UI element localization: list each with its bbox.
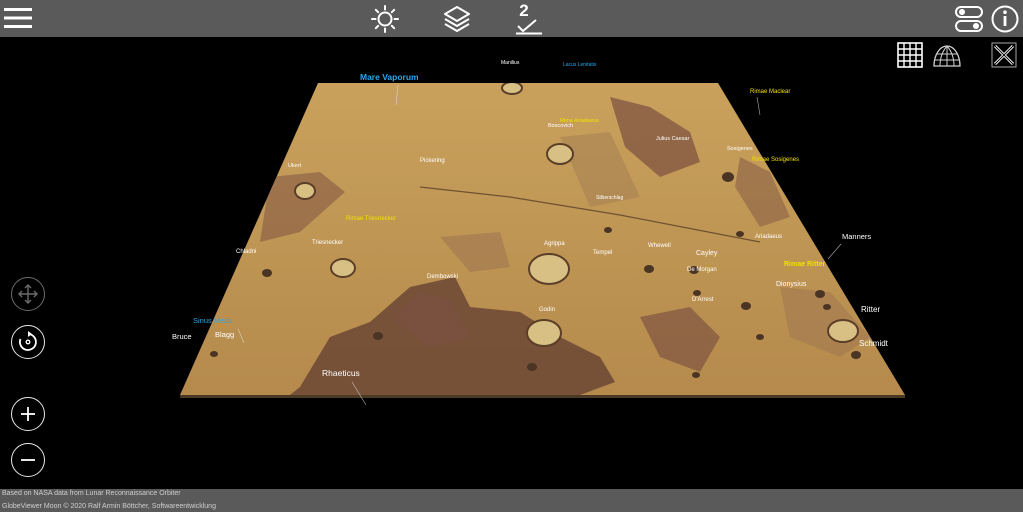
map-label[interactable]: Rimae Maclear — [750, 89, 790, 95]
plus-icon — [21, 407, 35, 421]
data-source-credit: Based on NASA data from Lunar Reconnaiss… — [2, 490, 181, 497]
pan-arrows-icon — [18, 284, 38, 304]
map-label[interactable]: Tempel — [593, 250, 612, 256]
map-label[interactable]: Mare Vaporum — [360, 73, 419, 82]
elevation-exaggeration-button[interactable]: 2 — [512, 1, 546, 36]
map-label[interactable]: Ukert — [288, 163, 301, 170]
map-label[interactable]: Bruce — [172, 333, 192, 341]
map-label[interactable]: Ariadaeus — [755, 234, 782, 240]
close-x-icon — [991, 42, 1017, 68]
pan-button[interactable] — [11, 277, 45, 311]
map-label[interactable]: Schmidt — [859, 340, 888, 348]
zoom-out-button[interactable] — [11, 443, 45, 477]
map-label[interactable]: Pickering — [420, 158, 445, 164]
map-label[interactable]: Cayley — [696, 250, 717, 257]
lighting-button[interactable] — [369, 3, 401, 34]
map-label[interactable]: Dionysius — [776, 281, 806, 288]
grid-toggle-button[interactable] — [896, 41, 924, 69]
lunar-terrain-map — [180, 83, 905, 406]
map-label[interactable]: Rima Ariadaeus — [560, 118, 599, 125]
info-icon — [991, 5, 1018, 32]
top-toolbar: 2 — [0, 0, 1023, 37]
close-view-button[interactable] — [990, 41, 1018, 69]
map-label[interactable]: Godin — [539, 307, 555, 313]
globe-grid-icon — [933, 45, 961, 67]
settings-button[interactable] — [953, 3, 984, 34]
grid-icon — [897, 42, 923, 68]
hamburger-icon — [4, 8, 32, 28]
map-label[interactable]: D'Arrest — [692, 297, 713, 303]
toggle-switches-icon — [954, 5, 983, 32]
layers-icon — [444, 5, 470, 32]
map-label[interactable]: Agrippa — [544, 241, 565, 247]
map-label[interactable]: Sinus Medii — [193, 317, 232, 325]
map-label[interactable]: Boscovich — [548, 123, 573, 130]
map-label[interactable]: Rimae Ritter — [784, 261, 825, 268]
map-label[interactable]: Rimae Sosigenes — [752, 157, 799, 163]
menu-button[interactable] — [3, 5, 33, 31]
checkmark-slope-icon — [516, 18, 542, 34]
map-label[interactable]: Lacus Lenitatis — [563, 63, 596, 68]
map-label[interactable]: Blagg — [215, 331, 234, 339]
sun-icon — [371, 4, 399, 33]
map-label[interactable]: Sosigenes — [727, 146, 753, 153]
map-label[interactable]: Chladni — [236, 249, 256, 255]
globe-grid-button[interactable] — [932, 41, 962, 69]
map-label[interactable]: Whewell — [648, 243, 671, 249]
map-label[interactable]: Rhaeticus — [322, 369, 360, 378]
info-button[interactable] — [989, 3, 1020, 34]
rotate-button[interactable] — [11, 325, 45, 359]
map-label[interactable]: Julius Caesar — [656, 136, 689, 143]
exaggeration-value: 2 — [519, 0, 529, 20]
map-label[interactable]: Rimae Triesnecker — [346, 216, 396, 222]
map-label[interactable]: Triesnecker — [312, 240, 343, 246]
zoom-in-button[interactable] — [11, 397, 45, 431]
map-label[interactable]: Dembowski — [427, 274, 458, 280]
terrain-viewport[interactable]: Mare Vaporum Manilius Lacus Lenitatis Ri… — [0, 37, 1023, 489]
map-label[interactable]: De Morgan — [687, 267, 717, 273]
map-label[interactable]: Ritter — [861, 306, 880, 314]
rotate-icon — [19, 331, 37, 351]
layers-button[interactable] — [441, 3, 473, 34]
minus-icon — [21, 459, 35, 461]
map-label[interactable]: Manners — [842, 233, 871, 241]
copyright-credit: GlobeViewer Moon © 2020 Ralf Armin Böttc… — [2, 503, 216, 510]
map-label[interactable]: Silberschlag — [596, 196, 623, 201]
bottom-bar: Based on NASA data from Lunar Reconnaiss… — [0, 489, 1023, 512]
map-label[interactable]: Manilius — [501, 61, 519, 66]
